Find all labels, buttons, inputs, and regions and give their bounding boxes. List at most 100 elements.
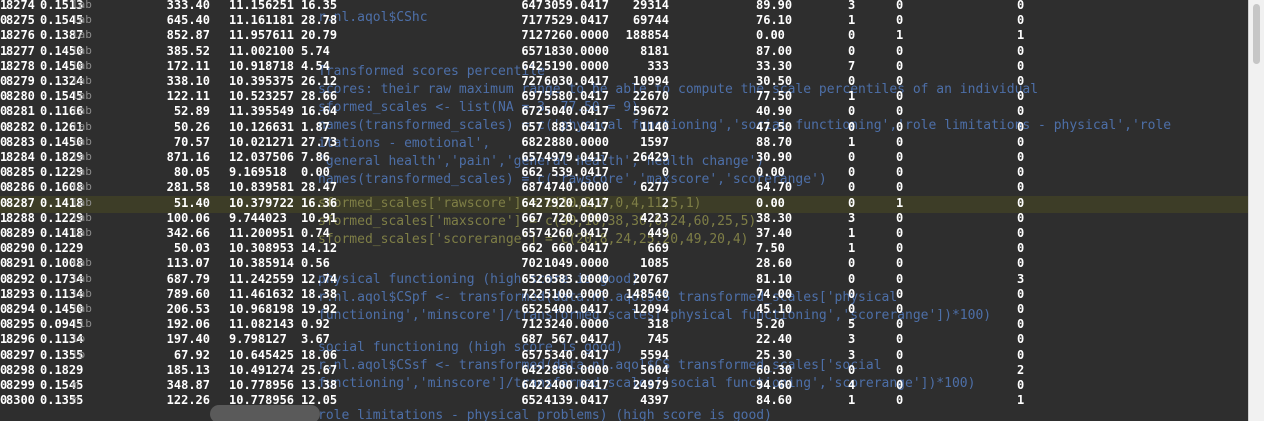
col-percent: 88.70 <box>756 135 793 149</box>
col-flag-c: 0 <box>1017 211 1025 225</box>
col-value: 100.06 <box>166 211 210 225</box>
row-index: 8283 <box>6 135 35 149</box>
col-flag-c: 0 <box>1017 120 1025 134</box>
col-count: 148540 <box>625 287 669 301</box>
col-flag-b: 0 <box>896 363 904 377</box>
col-flag-d: 0 <box>0 241 8 255</box>
col-score: 687 <box>521 332 543 346</box>
console-output[interactable]: 8274 0.1513 333.40 11.156251 16.35 647 3059.04… <box>0 0 1248 421</box>
col-percent: 45.10 <box>756 302 793 316</box>
col-amount: 4979.0417 <box>543 150 609 164</box>
col-flag-a: 0 <box>848 165 856 179</box>
col-amount: 539.0417 <box>551 165 609 179</box>
col-flag-b: 0 <box>896 287 904 301</box>
col-amount: 2880.0000 <box>543 135 609 149</box>
col-amount: 4139.0417 <box>543 393 609 407</box>
overlay-filename: lib <box>72 317 92 330</box>
col-flag-a: 1 <box>848 393 856 407</box>
col-flag-a: 0 <box>848 272 856 286</box>
col-flag-b: 0 <box>896 135 904 149</box>
col-percent: 37.40 <box>756 226 793 240</box>
col-percent: 60.30 <box>756 363 793 377</box>
col-flag-b: 0 <box>896 120 904 134</box>
col-flag-d: 1 <box>0 150 8 164</box>
col-flag-c: 0 <box>1017 180 1025 194</box>
col-flag-c: 0 <box>1017 332 1025 346</box>
overlay-filename: m <box>72 393 79 406</box>
col-flag-b: 1 <box>896 28 904 42</box>
col-log: 10.308953 <box>229 241 295 255</box>
col-percent: 0.00 <box>756 165 785 179</box>
row-index: 8288 <box>6 211 35 225</box>
overlay-filename: lab <box>72 180 92 193</box>
overlay-filename: m <box>72 378 79 391</box>
col-count: 6277 <box>640 180 669 194</box>
console-row: 8283 0.1450 70.57 10.021271 27.73 682 2880.000… <box>0 134 1248 150</box>
console-row: 8289 0.1418 342.66 11.200951 0.74 657 4260.041… <box>0 225 1248 241</box>
col-score: 667 <box>521 211 543 225</box>
col-flag-c: 0 <box>1017 59 1025 73</box>
col-log: 10.491274 <box>229 363 295 377</box>
console-row: 8279 0.1324 338.10 10.395375 26.12 727 6030.04… <box>0 73 1248 89</box>
col-amount: 883.0417 <box>551 120 609 134</box>
row-index: 8300 <box>6 393 35 407</box>
col-log: 10.645425 <box>229 348 295 362</box>
col-count: 188854 <box>625 28 669 42</box>
col-value: 789.60 <box>166 287 210 301</box>
col-flag-b: 0 <box>896 150 904 164</box>
overlay-filename: lab <box>72 211 92 224</box>
overlay-filename: lab <box>72 74 92 87</box>
col-count: 5594 <box>640 348 669 362</box>
col-flag-a: 1 <box>848 135 856 149</box>
col-flag-b: 0 <box>896 226 904 240</box>
col-amount: 7529.0417 <box>543 13 609 27</box>
col-flag-b: 0 <box>896 74 904 88</box>
col-value: 51.40 <box>173 196 210 210</box>
col-count: 22670 <box>632 89 669 103</box>
col-flag-a: 3 <box>848 211 856 225</box>
col-log: 11.002100 <box>229 44 295 58</box>
console-row: 8300 0.1355 122.26 10.778956 12.05 652 4139.04… <box>0 392 1248 408</box>
col-value: 122.11 <box>166 89 210 103</box>
col-pct: 16.64 <box>301 104 338 118</box>
col-flag-a: 0 <box>848 28 856 42</box>
col-score: 697 <box>521 89 543 103</box>
vertical-scrollbar[interactable] <box>1248 0 1264 421</box>
col-score: 672 <box>521 104 543 118</box>
col-flag-b: 0 <box>896 13 904 27</box>
col-count: 669 <box>647 241 669 255</box>
col-flag-a: 0 <box>848 196 856 210</box>
col-flag-b: 0 <box>896 256 904 270</box>
row-index: 8275 <box>6 13 35 27</box>
row-index: 8292 <box>6 272 35 286</box>
col-flag-c: 0 <box>1017 256 1025 270</box>
row-index: 8284 <box>6 150 35 164</box>
col-flag-c: 0 <box>1017 378 1025 392</box>
overlay-filename: lab <box>72 287 92 300</box>
scrollbar-thumb[interactable] <box>1253 4 1260 64</box>
console-row: 8281 0.1166 52.89 11.395549 16.64 672 5040.041… <box>0 103 1248 119</box>
overlay-filename: lab <box>72 272 92 285</box>
col-percent: 30.90 <box>756 150 793 164</box>
col-flag-a: 3 <box>848 348 856 362</box>
console-row: 8293 0.1134 789.60 11.461632 18.38 722 5100.00… <box>0 286 1248 302</box>
col-count: 318 <box>647 317 669 331</box>
col-flag-c: 1 <box>1017 393 1025 407</box>
col-flag-d: 0 <box>0 74 8 88</box>
row-index: 8286 <box>6 180 35 194</box>
col-amount: 567.0417 <box>551 332 609 346</box>
row-index: 8281 <box>6 104 35 118</box>
col-amount: 660.0417 <box>551 241 609 255</box>
row-index: 8290 <box>6 241 35 255</box>
col-amount: 720.0000 <box>551 211 609 225</box>
col-count: 2 <box>661 196 669 210</box>
col-flag-b: 0 <box>896 59 904 73</box>
col-count: 8181 <box>640 44 669 58</box>
col-flag-b: 1 <box>896 196 904 210</box>
col-flag-d: 0 <box>0 180 8 194</box>
col-log: 11.957611 <box>229 28 295 42</box>
overlay-filename: lab <box>72 150 92 163</box>
col-percent: 33.30 <box>756 59 793 73</box>
col-flag-d: 0 <box>0 135 8 149</box>
col-flag-c: 2 <box>1017 363 1025 377</box>
